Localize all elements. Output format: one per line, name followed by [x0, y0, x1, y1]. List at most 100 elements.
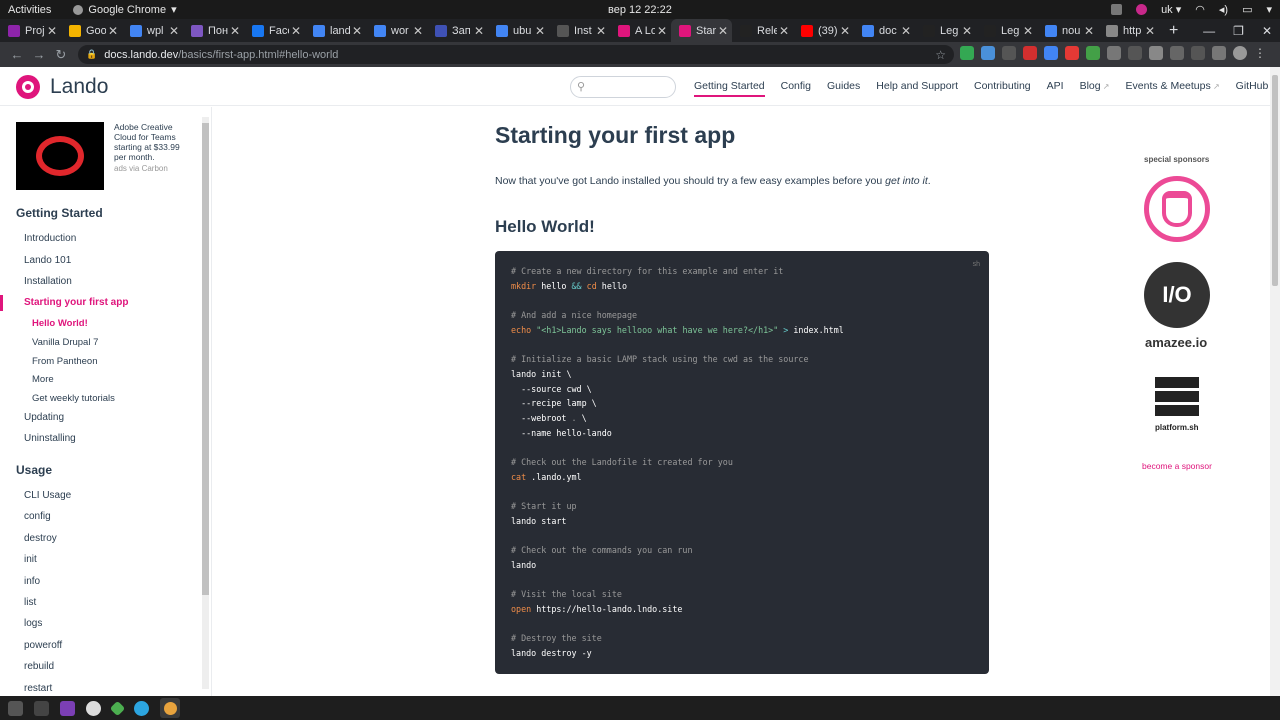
tab-close-icon[interactable]: ✕ — [779, 24, 789, 38]
minimize-button[interactable]: — — [1203, 24, 1215, 38]
nav-link[interactable]: Blog ↗ — [1080, 80, 1110, 97]
ad-via[interactable]: ads via Carbon — [114, 164, 168, 173]
page-scroll-thumb[interactable] — [1272, 75, 1278, 286]
code-block[interactable]: sh # Create a new directory for this exa… — [495, 251, 989, 674]
tray-status-icon[interactable] — [1136, 4, 1148, 15]
app-green-icon[interactable] — [109, 700, 126, 716]
nav-link[interactable]: Config — [781, 80, 811, 97]
ad-image[interactable] — [16, 122, 104, 190]
browser-tab[interactable]: (39) ✕ — [793, 19, 854, 42]
browser-tab[interactable]: Star ✕ — [671, 19, 732, 42]
sidebar-item[interactable]: CLI Usage — [24, 490, 71, 501]
sidebar-item[interactable]: init — [24, 554, 37, 565]
tab-close-icon[interactable]: ✕ — [47, 24, 57, 38]
tab-close-icon[interactable]: ✕ — [230, 24, 240, 38]
tray-app-icon[interactable] — [1111, 4, 1123, 15]
tab-close-icon[interactable]: ✕ — [596, 24, 606, 38]
browser-tab[interactable]: A Lo ✕ — [610, 19, 671, 42]
more-menu-icon[interactable]: ⋮ — [1254, 46, 1268, 60]
page-scrollbar[interactable] — [1270, 67, 1280, 696]
red-extension-icon[interactable] — [1065, 46, 1079, 60]
browser-tab[interactable]: ubu ✕ — [488, 19, 549, 42]
sidebar-item[interactable]: Updating — [24, 412, 64, 423]
sponsor-platformsh-label[interactable]: platform.sh — [1155, 423, 1199, 432]
sidebar-scrollbar[interactable] — [202, 117, 209, 689]
tab-close-icon[interactable]: ✕ — [1023, 24, 1033, 38]
browser-tab[interactable]: Пон ✕ — [183, 19, 244, 42]
tab-close-icon[interactable]: ✕ — [535, 24, 545, 38]
sidebar-item[interactable]: list — [24, 597, 36, 608]
app-menu[interactable]: Google Chrome ▾ — [73, 3, 177, 16]
sidebar-subitem[interactable]: From Pantheon — [32, 356, 97, 367]
keyboard-layout[interactable]: uk ▾ — [1161, 3, 1181, 16]
sidebar-item[interactable]: rebuild — [24, 661, 54, 672]
volume-icon[interactable]: ◂) — [1219, 3, 1228, 16]
sidebar-item[interactable]: logs — [24, 618, 42, 629]
nav-link[interactable]: Events & Meetups ↗ — [1126, 80, 1220, 97]
sponsor-amazee-logo[interactable]: I/O — [1144, 262, 1210, 328]
sidebar-item[interactable]: restart — [24, 683, 52, 694]
maximize-button[interactable]: ❐ — [1233, 24, 1244, 38]
nav-link[interactable]: Help and Support — [876, 80, 958, 97]
browser-tab[interactable]: Face✕ — [244, 19, 305, 42]
sidebar-subitem[interactable]: Vanilla Drupal 7 — [32, 337, 98, 348]
tab-close-icon[interactable]: ✕ — [962, 24, 972, 38]
tab-close-icon[interactable]: ✕ — [718, 24, 728, 38]
close-window-button[interactable]: ✕ — [1262, 24, 1272, 38]
browser-tab[interactable]: doc ✕ — [854, 19, 915, 42]
sidebar-subitem[interactable]: Hello World! — [32, 318, 88, 329]
sidebar-item[interactable]: Lando 101 — [24, 255, 71, 266]
tab-close-icon[interactable]: ✕ — [108, 24, 118, 38]
address-bar[interactable]: 🔒 docs.lando.dev/basics/first-app.html#h… — [78, 45, 954, 64]
sponsor-tandem-logo[interactable] — [1144, 176, 1210, 242]
sidebar-scroll-thumb[interactable] — [202, 123, 209, 595]
show-desktop-icon[interactable] — [8, 700, 23, 716]
tab-close-icon[interactable]: ✕ — [901, 24, 911, 38]
puzzle-icon[interactable] — [1212, 46, 1226, 60]
dark-extension-icon[interactable] — [1128, 46, 1142, 60]
tab-close-icon[interactable]: ✕ — [1145, 24, 1155, 38]
tab-close-icon[interactable]: ✕ — [169, 24, 179, 38]
search-input[interactable]: ⚲ — [570, 76, 676, 98]
browser-tab[interactable]: wor ✕ — [366, 19, 427, 42]
nav-link[interactable]: Getting Started — [694, 80, 765, 97]
formula-extension-icon[interactable] — [1002, 46, 1016, 60]
grid-extension-icon[interactable] — [1170, 46, 1184, 60]
back-button[interactable]: ← — [6, 47, 28, 62]
browser-tab[interactable]: Goo ✕ — [61, 19, 122, 42]
ide-icon[interactable] — [60, 700, 75, 716]
sidebar-heading-usage[interactable]: Usage — [16, 463, 52, 477]
browser-tab[interactable]: wpl ✕ — [122, 19, 183, 42]
terminal-icon[interactable] — [34, 700, 49, 716]
sidebar-item[interactable]: Introduction — [24, 233, 76, 244]
activities-button[interactable]: Activities — [8, 4, 51, 16]
browser-tab[interactable]: http ✕ — [1098, 19, 1159, 42]
forward-button[interactable]: → — [28, 47, 50, 62]
nav-link[interactable]: API — [1047, 80, 1064, 97]
sidebar-subitem[interactable]: More — [32, 374, 54, 385]
nav-link[interactable]: Guides — [827, 80, 860, 97]
translate-extension-icon[interactable] — [1044, 46, 1058, 60]
sidebar-item[interactable]: Installation — [24, 276, 72, 287]
app-circle-icon[interactable] — [86, 700, 101, 716]
sidebar-item[interactable]: Uninstalling — [24, 433, 76, 444]
gray-extension-icon[interactable] — [1107, 46, 1121, 60]
move-extension-icon[interactable] — [1191, 46, 1205, 60]
become-sponsor-link[interactable]: become a sponsor — [1142, 461, 1212, 471]
lock-icon[interactable]: 🔒 — [86, 49, 97, 60]
wifi-icon[interactable]: ◠ — [1195, 3, 1205, 16]
tab-close-icon[interactable]: ✕ — [352, 24, 362, 38]
green-extension-icon[interactable] — [1086, 46, 1100, 60]
sponsor-platformsh-logo[interactable] — [1155, 377, 1199, 421]
adblock-extension-icon[interactable] — [1023, 46, 1037, 60]
s-extension-icon[interactable] — [981, 46, 995, 60]
browser-tab[interactable]: nou ✕ — [1037, 19, 1098, 42]
battery-icon[interactable]: ▭ — [1242, 3, 1252, 16]
bookmark-star-icon[interactable]: ☆ — [935, 48, 946, 62]
sidebar-item[interactable]: destroy — [24, 533, 57, 544]
ad-text[interactable]: Adobe Creative Cloud for Teams starting … — [114, 122, 194, 162]
tab-close-icon[interactable]: ✕ — [1084, 24, 1094, 38]
profile-avatar[interactable] — [1233, 46, 1247, 60]
new-tab-button[interactable]: + — [1159, 19, 1188, 42]
browser-tab[interactable]: land ✕ — [305, 19, 366, 42]
